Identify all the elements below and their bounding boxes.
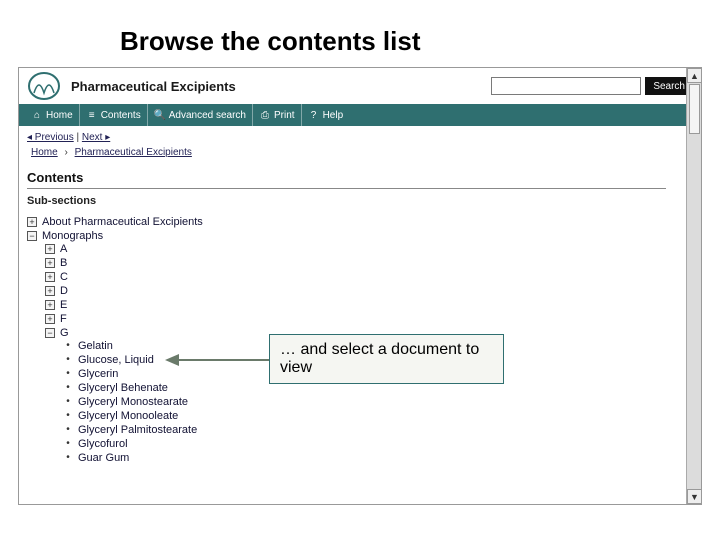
scroll-down-arrow[interactable]: ▼ — [687, 489, 702, 504]
toolbar-label: Home — [46, 110, 73, 121]
tree-label[interactable]: Monographs — [42, 230, 103, 242]
tree-label[interactable]: Glyceryl Behenate — [78, 382, 168, 394]
expand-icon[interactable]: + — [27, 217, 37, 227]
tree-node-letter-e[interactable]: +E — [45, 299, 666, 311]
tree-label[interactable]: D — [60, 285, 68, 297]
tree-label[interactable]: A — [60, 243, 67, 255]
tree-label[interactable]: G — [60, 327, 69, 339]
tree-label[interactable]: Guar Gum — [78, 452, 129, 464]
tree-node-letter-f[interactable]: +F — [45, 313, 666, 325]
bullet-icon: • — [63, 341, 73, 351]
bullet-icon: • — [63, 439, 73, 449]
prev-link[interactable]: ◂ Previous — [27, 132, 74, 143]
tree-leaf[interactable]: • Glyceryl Monooleate — [63, 410, 666, 422]
app-title: Pharmaceutical Excipients — [71, 79, 491, 94]
toolbar-label: Contents — [101, 110, 141, 121]
tree-leaf[interactable]: • Glyceryl Monostearate — [63, 396, 666, 408]
tree-node-letter-a[interactable]: +A — [45, 243, 666, 255]
expand-icon[interactable]: + — [45, 286, 55, 296]
content-area: ◂ Previous | Next ▸ Home › Pharmaceutica… — [19, 126, 686, 473]
bullet-icon: • — [63, 397, 73, 407]
toolbar-help[interactable]: ? Help — [302, 104, 350, 126]
tree-label[interactable]: Glyceryl Monooleate — [78, 410, 178, 422]
search-icon: 🔍 — [154, 110, 166, 121]
expand-icon[interactable]: + — [45, 314, 55, 324]
subsections-heading: Sub-sections — [27, 195, 666, 207]
app-logo — [27, 71, 61, 101]
tree-label[interactable]: Glycofurol — [78, 438, 128, 450]
app-header: Pharmaceutical Excipients Search — [19, 68, 701, 104]
toolbar-print[interactable]: ⎙ Print — [253, 104, 302, 126]
toolbar-contents[interactable]: ≡ Contents — [80, 104, 148, 126]
bullet-icon: • — [63, 355, 73, 365]
bullet-icon: • — [63, 453, 73, 463]
breadcrumb-section[interactable]: Pharmaceutical Excipients — [71, 147, 196, 158]
toolbar-label: Help — [323, 110, 344, 121]
tree-leaf[interactable]: • Guar Gum — [63, 452, 666, 464]
tree-leaf[interactable]: • Glycofurol — [63, 438, 666, 450]
chevron-right-icon: › — [64, 147, 67, 158]
tree-label[interactable]: Glucose, Liquid — [78, 354, 154, 366]
toolbar-label: Print — [274, 110, 295, 121]
tree-node-about[interactable]: + About Pharmaceutical Excipients — [27, 216, 666, 228]
prev-next-nav: ◂ Previous | Next ▸ — [27, 130, 666, 145]
expand-icon[interactable]: + — [45, 258, 55, 268]
toolbar: ⌂ Home ≡ Contents 🔍 Advanced search ⎙ Pr… — [19, 104, 701, 126]
bullet-icon: • — [63, 425, 73, 435]
toolbar-label: Advanced search — [169, 110, 246, 121]
breadcrumb: Home › Pharmaceutical Excipients — [27, 145, 666, 160]
tree-label[interactable]: Glyceryl Palmitostearate — [78, 424, 197, 436]
tree-label[interactable]: Glyceryl Monostearate — [78, 396, 188, 408]
tree-leaf[interactable]: • Glyceryl Palmitostearate — [63, 424, 666, 436]
divider — [27, 188, 666, 189]
bullet-icon: • — [63, 369, 73, 379]
collapse-icon[interactable]: − — [27, 231, 37, 241]
tree-label[interactable]: C — [60, 271, 68, 283]
instruction-callout: … and select a document to view — [269, 334, 504, 384]
contents-heading: Contents — [27, 170, 666, 185]
tree-node-letter-c[interactable]: +C — [45, 271, 666, 283]
collapse-icon[interactable]: − — [45, 328, 55, 338]
tree-node-letter-d[interactable]: +D — [45, 285, 666, 297]
bullet-icon: • — [63, 383, 73, 393]
print-icon: ⎙ — [259, 110, 271, 121]
help-icon: ? — [308, 110, 320, 121]
app-window: Pharmaceutical Excipients Search ⌂ Home … — [18, 67, 702, 505]
breadcrumb-home[interactable]: Home — [27, 147, 62, 158]
vertical-scrollbar[interactable]: ▲ ▼ — [686, 68, 701, 504]
list-icon: ≡ — [86, 110, 98, 121]
tree-node-monographs[interactable]: − Monographs — [27, 230, 666, 242]
expand-icon[interactable]: + — [45, 300, 55, 310]
tree-label[interactable]: Glycerin — [78, 368, 118, 380]
slide-title: Browse the contents list — [0, 0, 720, 67]
toolbar-home[interactable]: ⌂ Home — [25, 104, 80, 126]
tree-label[interactable]: B — [60, 257, 67, 269]
scroll-up-arrow[interactable]: ▲ — [687, 68, 702, 83]
tree-node-letter-b[interactable]: +B — [45, 257, 666, 269]
next-link[interactable]: Next ▸ — [82, 132, 110, 143]
tree-label[interactable]: About Pharmaceutical Excipients — [42, 216, 203, 228]
bullet-icon: • — [63, 411, 73, 421]
tree-label[interactable]: F — [60, 313, 67, 325]
tree-label[interactable]: E — [60, 299, 67, 311]
search-input[interactable] — [491, 77, 641, 95]
scroll-thumb[interactable] — [689, 84, 700, 134]
tree-label[interactable]: Gelatin — [78, 340, 113, 352]
toolbar-advanced-search[interactable]: 🔍 Advanced search — [148, 104, 253, 126]
expand-icon[interactable]: + — [45, 272, 55, 282]
home-icon: ⌂ — [31, 110, 43, 121]
expand-icon[interactable]: + — [45, 244, 55, 254]
